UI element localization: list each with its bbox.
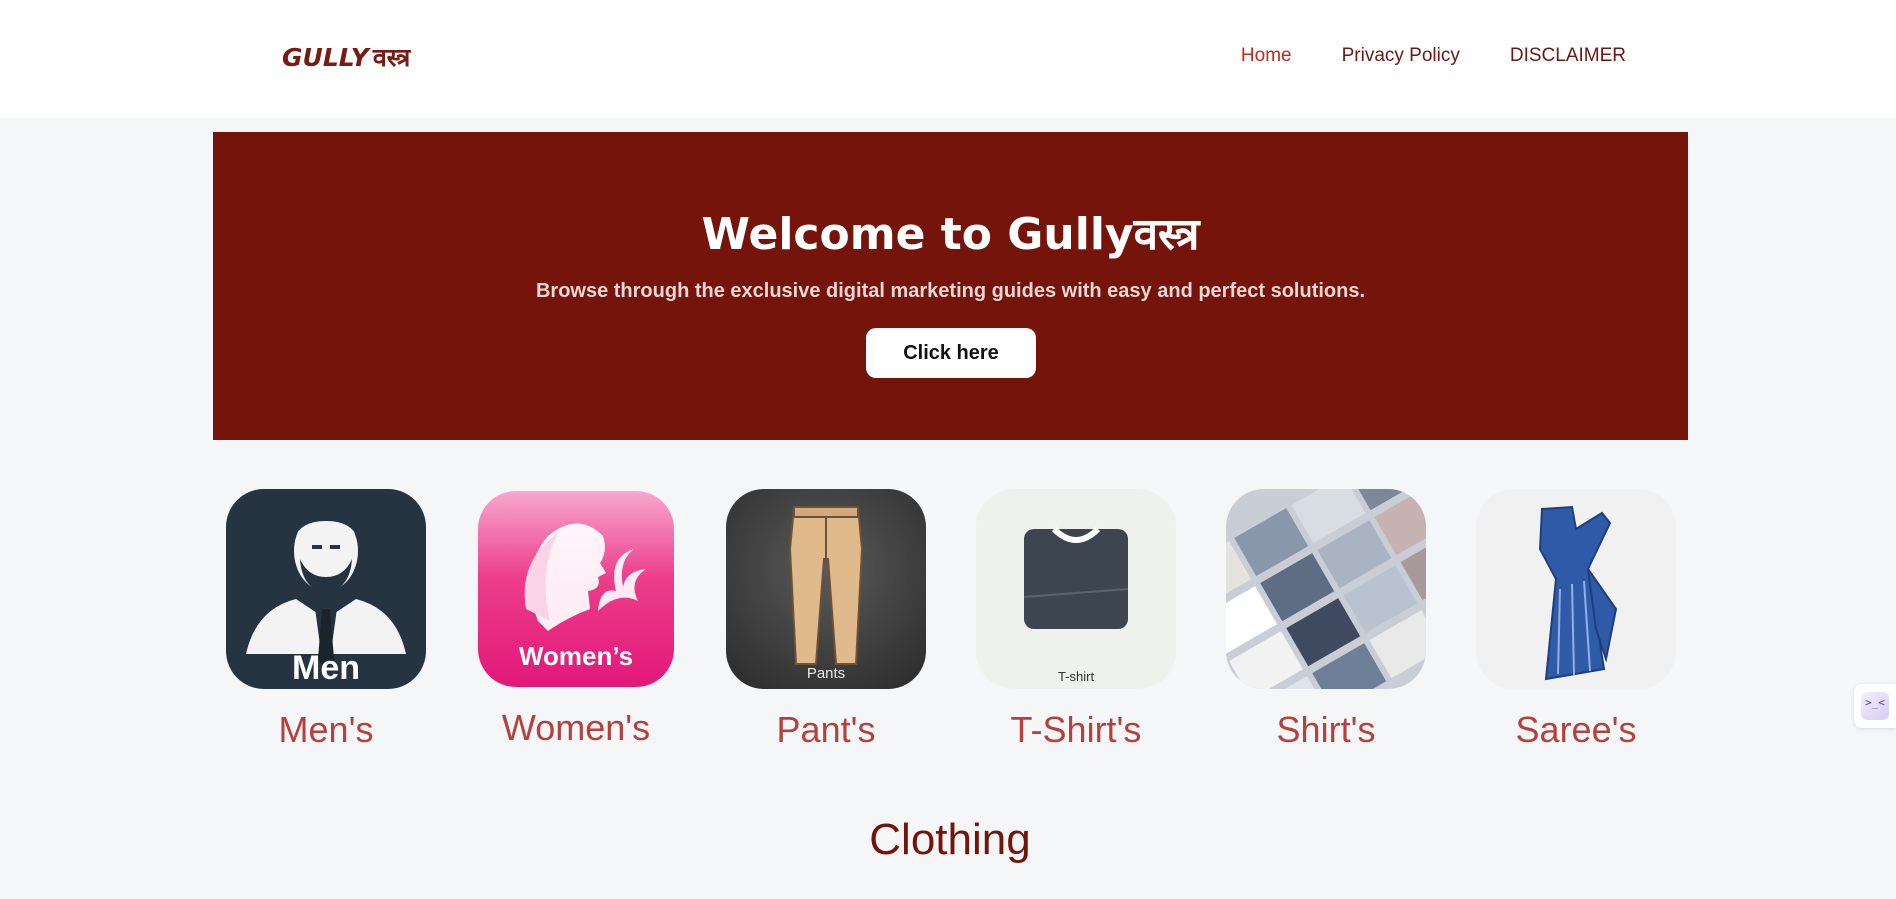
category-sarees[interactable]: Saree's <box>1476 489 1676 751</box>
nav-privacy-policy-link[interactable]: Privacy Policy <box>1342 45 1460 67</box>
tile-caption-women: Women’s <box>518 641 634 671</box>
category-label[interactable]: Women's <box>476 707 676 749</box>
section-title-clothing: Clothing <box>869 815 1031 864</box>
widget-icon: >_< <box>1861 692 1889 720</box>
hero-subtitle: Browse through the exclusive digital mar… <box>535 280 1366 302</box>
saree-icon <box>1538 505 1618 681</box>
category-tshirts[interactable]: T-shirt T-Shirt's <box>976 489 1176 751</box>
category-tshirts-image[interactable]: T-shirt <box>976 489 1176 689</box>
tile-caption-pants: Pants <box>806 665 846 682</box>
logo-text-latin: GULLY <box>282 43 369 72</box>
category-shirts[interactable]: Shirt's <box>1226 489 1426 751</box>
category-label[interactable]: Saree's <box>1476 709 1676 751</box>
nav-disclaimer-link[interactable]: DISCLAIMER <box>1510 45 1626 67</box>
hero-title: Welcome to Gullyवस्त्र <box>701 209 1200 260</box>
category-mens-image[interactable]: Men <box>226 489 426 689</box>
category-womens[interactable]: Women’s Women's <box>476 489 676 749</box>
folded-shirts-icon <box>1226 489 1426 689</box>
site-header: GULLY वस्त्र Home Privacy Policy DISCLAI… <box>0 0 1896 118</box>
category-label[interactable]: T-Shirt's <box>976 709 1176 751</box>
nav-home-link[interactable]: Home <box>1241 45 1292 67</box>
tile-caption-men: Men <box>292 649 360 687</box>
hero-banner: Welcome to Gullyवस्त्र Browse through th… <box>213 132 1688 440</box>
category-shirts-image[interactable] <box>1226 489 1426 689</box>
logo-text-devanagari: वस्त्र <box>372 43 411 72</box>
site-logo[interactable]: GULLY वस्त्र <box>282 40 410 74</box>
category-label[interactable]: Men's <box>226 709 426 751</box>
category-pants-image[interactable]: Pants <box>726 489 926 689</box>
category-label[interactable]: Pant's <box>726 709 926 751</box>
main-nav: Home Privacy Policy DISCLAIMER <box>1241 45 1626 67</box>
category-womens-image[interactable]: Women’s <box>478 491 674 687</box>
category-sarees-image[interactable] <box>1476 489 1676 689</box>
category-pants[interactable]: Pants Pant's <box>726 489 926 751</box>
side-widget-button[interactable]: >_< <box>1854 684 1896 728</box>
pants-icon <box>788 506 864 665</box>
category-mens[interactable]: Men Men's <box>226 489 426 751</box>
tshirt-icon <box>1023 526 1129 629</box>
tile-caption-tshirt: T-shirt <box>1057 669 1095 684</box>
category-label[interactable]: Shirt's <box>1226 709 1426 751</box>
click-here-button[interactable]: Click here <box>866 328 1036 378</box>
